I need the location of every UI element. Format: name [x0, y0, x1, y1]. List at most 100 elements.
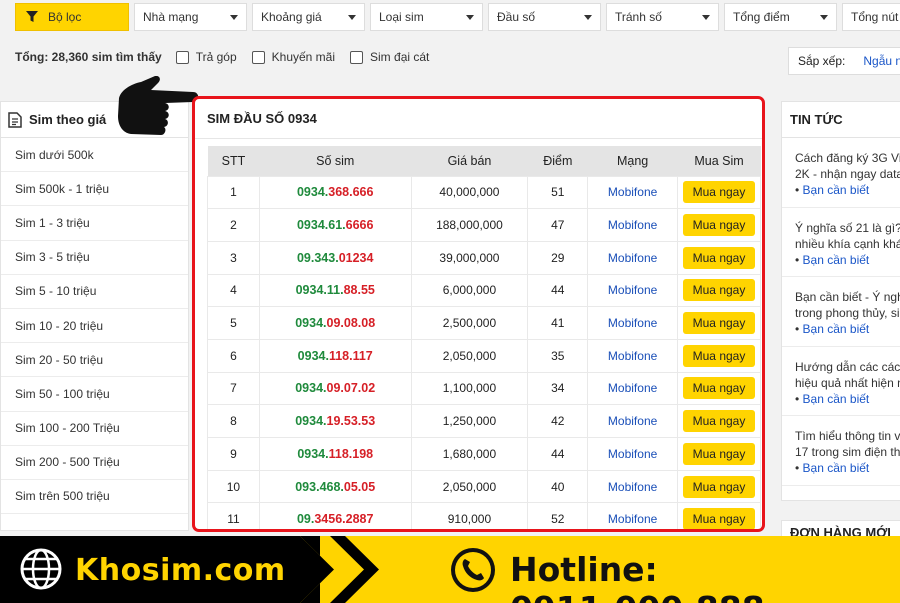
checkbox-promotion[interactable]: Khuyến mãi — [251, 50, 336, 64]
sidebar-item-price-range[interactable]: Sim 1 - 3 triệu — [1, 206, 188, 241]
buy-now-button[interactable]: Mua ngay — [683, 279, 755, 302]
news-line-2: nhiều khía cạnh khác — [795, 236, 900, 251]
sim-number-link[interactable]: 0934.118.198 — [297, 447, 373, 461]
options-row: Tổng: 28,360 sim tìm thấy Trả góp Khuyến… — [15, 50, 444, 64]
sidebar-item-price-range[interactable]: Sim 3 - 5 triệu — [1, 241, 188, 275]
buy-now-button[interactable]: Mua ngay — [683, 344, 755, 367]
sim-number-link[interactable]: 0934.09.07.02 — [295, 381, 375, 395]
news-tag-label[interactable]: Bạn cần biết — [803, 253, 870, 267]
dropdown-sim-type[interactable]: Loại sim — [370, 3, 483, 31]
chevron-down-icon — [348, 15, 356, 20]
news-tag-label[interactable]: Bạn cần biết — [803, 322, 870, 336]
dropdown-network[interactable]: Nhà mạng — [134, 3, 247, 31]
news-item[interactable]: Tìm hiểu thông tin về 17 trong sim điện t… — [782, 416, 900, 486]
buy-now-button[interactable]: Mua ngay — [683, 246, 755, 269]
bottom-banner: Khosim.com Hotline: 0911.000.888 — [0, 536, 900, 603]
dropdown-label: Loại sim — [379, 10, 424, 24]
bullet: • — [795, 461, 803, 475]
buy-now-button[interactable]: Mua ngay — [683, 410, 755, 433]
row-sim-number: 0934.61.6666 — [258, 208, 412, 242]
sidebar-item-price-range[interactable]: Sim 10 - 20 triệu — [1, 309, 188, 344]
news-sidebar: TIN TỨC Cách đăng ký 3G Vie 2K - nhận nga… — [781, 101, 900, 501]
checkbox-icon[interactable] — [251, 50, 265, 64]
dropdown-total-nut[interactable]: Tổng nút — [842, 3, 900, 31]
row-network[interactable]: Mobifone — [587, 306, 679, 340]
sim-number-link[interactable]: 0934.19.53.53 — [295, 414, 375, 428]
news-item[interactable]: Hướng dẫn các cách hiệu quả nhất hiện na •… — [782, 347, 900, 416]
chevron-down-icon — [584, 15, 592, 20]
row-network[interactable]: Mobifone — [587, 404, 679, 438]
row-network[interactable]: Mobifone — [587, 437, 679, 471]
filter-button[interactable]: Bộ lọc — [15, 3, 129, 31]
dropdown-price-range[interactable]: Khoảng giá — [252, 3, 365, 31]
row-network[interactable]: Mobifone — [587, 208, 679, 242]
buy-now-button[interactable]: Mua ngay — [683, 442, 755, 465]
news-tag[interactable]: • Bạn cần biết — [795, 182, 900, 198]
col-buy: Mua Sim — [677, 146, 761, 176]
checkbox-icon[interactable] — [350, 50, 364, 64]
row-network[interactable]: Mobifone — [587, 502, 679, 529]
col-price: Giá bán — [411, 146, 528, 176]
news-tag-label[interactable]: Bạn cần biết — [803, 461, 870, 475]
sim-number-prefix: 093.468. — [295, 479, 344, 494]
sidebar-item-price-range[interactable]: Sim 100 - 200 Triệu — [1, 412, 188, 446]
row-network[interactable]: Mobifone — [587, 338, 679, 373]
sidebar-item-price-range[interactable]: Sim trên 500 triệu — [1, 480, 188, 515]
phone-icon — [451, 548, 495, 592]
table-header-row: STT Số sim Giá bán Điểm Mạng Mua Sim — [207, 146, 761, 176]
sim-number-link[interactable]: 093.468.05.05 — [295, 480, 375, 494]
news-tag[interactable]: • Bạn cần biết — [795, 321, 900, 337]
row-network[interactable]: Mobifone — [587, 175, 679, 210]
news-tag-label[interactable]: Bạn cần biết — [803, 392, 870, 406]
buy-now-button[interactable]: Mua ngay — [683, 181, 755, 204]
news-tag[interactable]: • Bạn cần biết — [795, 252, 900, 268]
news-item[interactable]: Bạn cần biết - Ý nghĩ trong phong thủy, s… — [782, 277, 900, 347]
row-buy: Mua ngay — [677, 404, 761, 438]
table-row: 3 09.343.01234 39,000,000 29 Mobifone Mua nga… — [207, 240, 761, 275]
sim-number-link[interactable]: 0934.368.666 — [297, 185, 373, 199]
checkbox-installment[interactable]: Trả góp — [175, 50, 237, 64]
news-tag[interactable]: • Bạn cần biết — [795, 460, 900, 476]
buy-now-button[interactable]: Mua ngay — [683, 214, 755, 237]
row-network[interactable]: Mobifone — [587, 273, 679, 308]
news-tag[interactable]: • Bạn cần biết — [795, 391, 900, 407]
col-stt: STT — [207, 146, 260, 176]
sidebar-item-price-range[interactable]: Sim 20 - 50 triệu — [1, 343, 188, 378]
row-network[interactable]: Mobifone — [587, 469, 679, 504]
sim-number-link[interactable]: 0934.09.08.08 — [295, 316, 375, 330]
sim-number-link[interactable]: 09.3456.2887 — [297, 512, 373, 526]
sim-number-prefix: 09. — [296, 512, 315, 527]
checkbox-lucky-sim[interactable]: Sim đại cát — [350, 50, 429, 64]
sim-number-link[interactable]: 0934.61.6666 — [297, 218, 373, 232]
row-sim-number: 0934.09.07.02 — [258, 371, 412, 406]
checkbox-icon[interactable] — [175, 50, 189, 64]
row-network[interactable]: Mobifone — [587, 240, 679, 275]
sort-select[interactable]: Sắp xếp: Ngẫu n — [788, 47, 900, 75]
sidebar-item-price-range[interactable]: Sim 5 - 10 triệu — [1, 275, 188, 309]
checkbox-label: Khuyến mãi — [271, 50, 336, 64]
sidebar-item-price-range[interactable]: Sim dưới 500k — [1, 138, 188, 173]
sim-number-link[interactable]: 0934.11.88.55 — [296, 283, 375, 297]
dropdown-label: Đầu số — [497, 10, 536, 24]
news-item[interactable]: Cách đăng ký 3G Vie 2K - nhận ngay data • … — [782, 138, 900, 208]
table-row: 10 093.468.05.05 2,050,000 40 Mobifone Mua ng… — [207, 469, 761, 504]
buy-now-button[interactable]: Mua ngay — [683, 377, 755, 400]
sim-number-link[interactable]: 09.343.01234 — [297, 251, 373, 265]
buy-now-button[interactable]: Mua ngay — [683, 475, 755, 498]
news-line-1: Cách đăng ký 3G Vie — [795, 151, 900, 165]
sidebar-item-price-range[interactable]: Sim 500k - 1 triệu — [1, 172, 188, 207]
buy-now-button[interactable]: Mua ngay — [683, 508, 755, 529]
sidebar-item-price-range[interactable]: Sim 50 - 100 triệu — [1, 377, 188, 412]
row-points: 40 — [527, 469, 589, 504]
news-item[interactable]: Ý nghĩa số 21 là gì? nhiều khía cạnh khác… — [782, 208, 900, 277]
sim-number-link[interactable]: 0934.118.117 — [298, 349, 373, 363]
dropdown-total-points[interactable]: Tổng điểm — [724, 3, 837, 31]
sidebar-item-price-range[interactable]: Sim 200 - 500 Triệu — [1, 446, 188, 480]
news-tag-label[interactable]: Bạn cần biết — [803, 183, 870, 197]
row-price: 6,000,000 — [410, 273, 529, 308]
row-stt: 9 — [207, 437, 260, 471]
buy-now-button[interactable]: Mua ngay — [683, 312, 755, 335]
dropdown-avoid-number[interactable]: Tránh số — [606, 3, 719, 31]
row-network[interactable]: Mobifone — [587, 371, 679, 406]
dropdown-prefix[interactable]: Đầu số — [488, 3, 601, 31]
